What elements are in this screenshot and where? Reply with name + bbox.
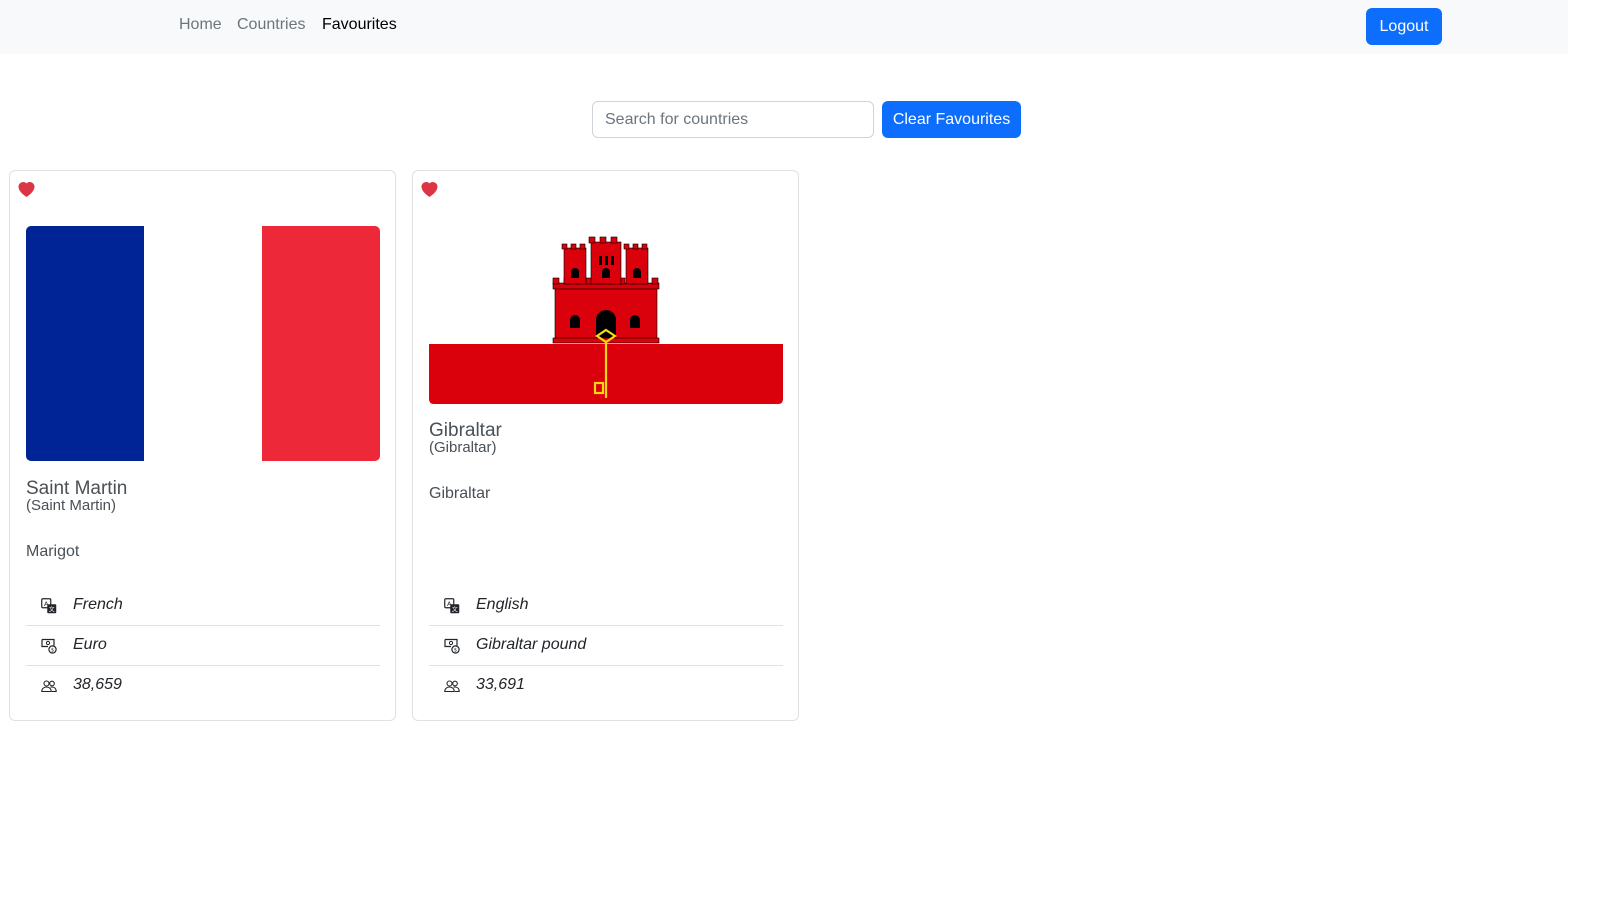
cash-coin-icon: $ [41,638,57,654]
currency-row: $ Gibraltar pound [429,626,783,666]
svg-text:文: 文 [49,605,55,613]
language-value: French [73,596,123,613]
country-flag [26,226,380,461]
population-value: 38,659 [73,676,122,693]
svg-text:$: $ [51,647,54,653]
heart-icon[interactable] [18,182,35,198]
nav-link-favourites[interactable]: Favourites [322,16,397,34]
language-row: A 文 French [26,586,380,626]
country-capital: Gibraltar [429,485,491,502]
country-native-name: (Gibraltar) [429,439,497,456]
svg-text:$: $ [454,647,457,653]
clear-favourites-button[interactable]: Clear Favourites [882,101,1021,138]
translate-icon: A 文 [41,598,57,613]
population-row: 33,691 [429,666,783,706]
country-capital: Marigot [26,543,80,560]
country-card-saint-martin: Saint Martin (Saint Martin) Marigot A 文 … [9,170,396,721]
language-row: A 文 English [429,586,783,626]
people-icon [41,680,57,693]
nav-link-home[interactable]: Home [179,16,222,34]
currency-value: Gibraltar pound [476,636,587,653]
logout-button[interactable]: Logout [1366,8,1442,45]
search-input[interactable] [592,101,874,138]
currency-row: $ Euro [26,626,380,666]
currency-value: Euro [73,636,107,653]
country-native-name: (Saint Martin) [26,497,117,514]
nav-link-countries[interactable]: Countries [237,16,305,34]
people-icon [444,680,460,693]
population-value: 33,691 [476,676,525,693]
language-value: English [476,596,529,613]
country-flag [429,226,783,404]
country-info-list: A 文 French $ Euro 38,659 [26,586,380,706]
translate-icon: A 文 [444,598,460,613]
cash-coin-icon: $ [444,638,460,654]
country-card-gibraltar: Gibraltar (Gibraltar) Gibraltar A 文 Engl… [412,170,799,721]
svg-text:文: 文 [452,605,458,613]
population-row: 38,659 [26,666,380,706]
heart-icon[interactable] [421,182,438,198]
navbar: Home Countries Favourites Logout [0,0,1568,54]
country-info-list: A 文 English $ Gibraltar pound 33,691 [429,586,783,706]
